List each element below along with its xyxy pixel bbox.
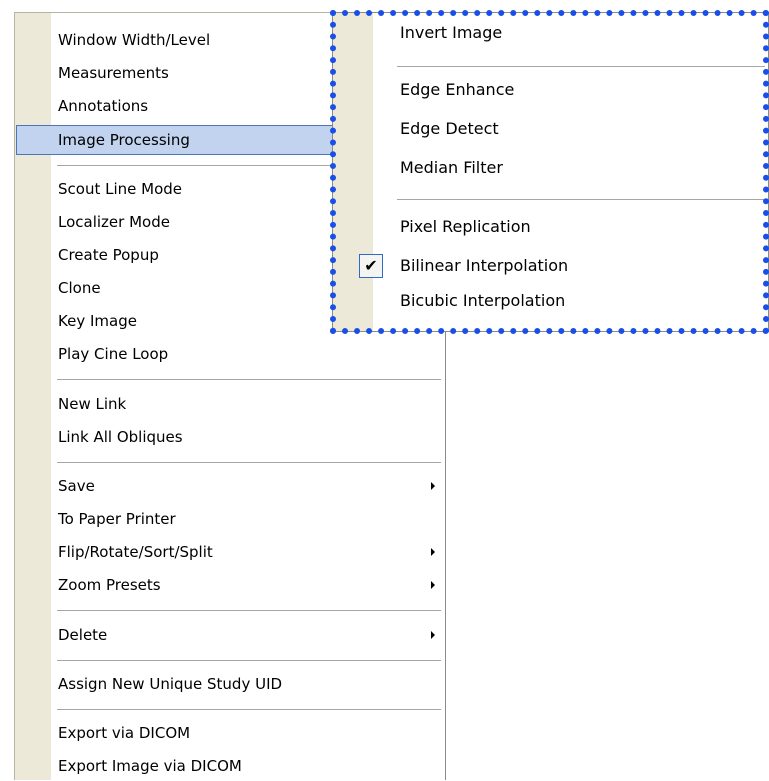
menu-item-label: Scout Line Mode xyxy=(58,180,182,198)
menu-item-label: Bilinear Interpolation xyxy=(400,256,569,275)
menu-item-label: Pixel Replication xyxy=(400,217,531,236)
menu-item-label: Save xyxy=(58,477,95,495)
menu-item-label: Window Width/Level xyxy=(58,31,211,49)
menu-item-label: Bicubic Interpolation xyxy=(400,291,566,310)
menu-separator xyxy=(57,709,441,710)
menu-item-assign-new-unique-study-uid[interactable]: Assign New Unique Study UID xyxy=(16,669,445,699)
menu-separator xyxy=(57,660,441,661)
menu-item-label: Edge Enhance xyxy=(400,80,515,99)
menu-separator xyxy=(57,379,441,380)
menu-separator xyxy=(57,462,441,463)
arrow-right-icon xyxy=(431,548,435,556)
menu-item-label: Edge Detect xyxy=(400,119,499,138)
image-processing-submenu: Invert Image Edge Enhance Edge Detect Me… xyxy=(332,12,769,332)
menu-item-delete[interactable]: Delete xyxy=(16,620,445,650)
menu-item-play-cine-loop[interactable]: Play Cine Loop xyxy=(16,339,445,369)
arrow-right-icon xyxy=(431,581,435,589)
menu-item-label: Image Processing xyxy=(58,131,190,149)
menu-item-label: Clone xyxy=(58,279,101,297)
submenu-item-edge-enhance[interactable]: Edge Enhance xyxy=(334,75,767,105)
menu-item-new-link[interactable]: New Link xyxy=(16,389,445,419)
menu-item-label: Measurements xyxy=(58,64,169,82)
menu-item-export-via-dicom[interactable]: Export via DICOM xyxy=(16,718,445,748)
submenu-item-invert-image[interactable]: Invert Image xyxy=(334,18,767,48)
submenu-item-bilinear-interpolation[interactable]: ✔ Bilinear Interpolation xyxy=(334,251,767,281)
menu-separator xyxy=(397,199,765,200)
menu-item-label: To Paper Printer xyxy=(58,510,176,528)
menu-item-label: Flip/Rotate/Sort/Split xyxy=(58,543,213,561)
menu-item-label: Median Filter xyxy=(400,158,503,177)
menu-item-label: Assign New Unique Study UID xyxy=(58,675,283,693)
arrow-right-icon xyxy=(431,631,435,639)
menu-item-label: Create Popup xyxy=(58,246,159,264)
menu-item-label: Play Cine Loop xyxy=(58,345,169,363)
submenu-item-edge-detect[interactable]: Edge Detect xyxy=(334,114,767,144)
menu-item-label: Delete xyxy=(58,626,108,644)
menu-item-label: Export via DICOM xyxy=(58,724,191,742)
menu-item-label: Localizer Mode xyxy=(58,213,170,231)
menu-item-export-image-via-dicom[interactable]: Export Image via DICOM xyxy=(16,751,445,781)
menu-item-label: Annotations xyxy=(58,97,149,115)
arrow-right-icon xyxy=(431,482,435,490)
menu-item-label: Link All Obliques xyxy=(58,428,183,446)
menu-item-flip-rotate-sort-split[interactable]: Flip/Rotate/Sort/Split xyxy=(16,537,445,567)
submenu-item-bicubic-interpolation[interactable]: Bicubic Interpolation xyxy=(334,286,767,316)
submenu-item-pixel-replication[interactable]: Pixel Replication xyxy=(334,212,767,242)
menu-item-label: Export Image via DICOM xyxy=(58,757,242,775)
menu-item-zoom-presets[interactable]: Zoom Presets xyxy=(16,570,445,600)
menu-item-link-all-obliques[interactable]: Link All Obliques xyxy=(16,422,445,452)
menu-item-label: Zoom Presets xyxy=(58,576,161,594)
menu-item-label: New Link xyxy=(58,395,127,413)
menu-item-save[interactable]: Save xyxy=(16,471,445,501)
checkmark-icon: ✔ xyxy=(359,254,383,278)
menu-separator xyxy=(397,66,765,67)
menu-item-label: Key Image xyxy=(58,312,137,330)
menu-separator xyxy=(57,610,441,611)
menu-item-label: Invert Image xyxy=(400,23,503,42)
menu-item-to-paper-printer[interactable]: To Paper Printer xyxy=(16,504,445,534)
submenu-item-median-filter[interactable]: Median Filter xyxy=(334,153,767,183)
